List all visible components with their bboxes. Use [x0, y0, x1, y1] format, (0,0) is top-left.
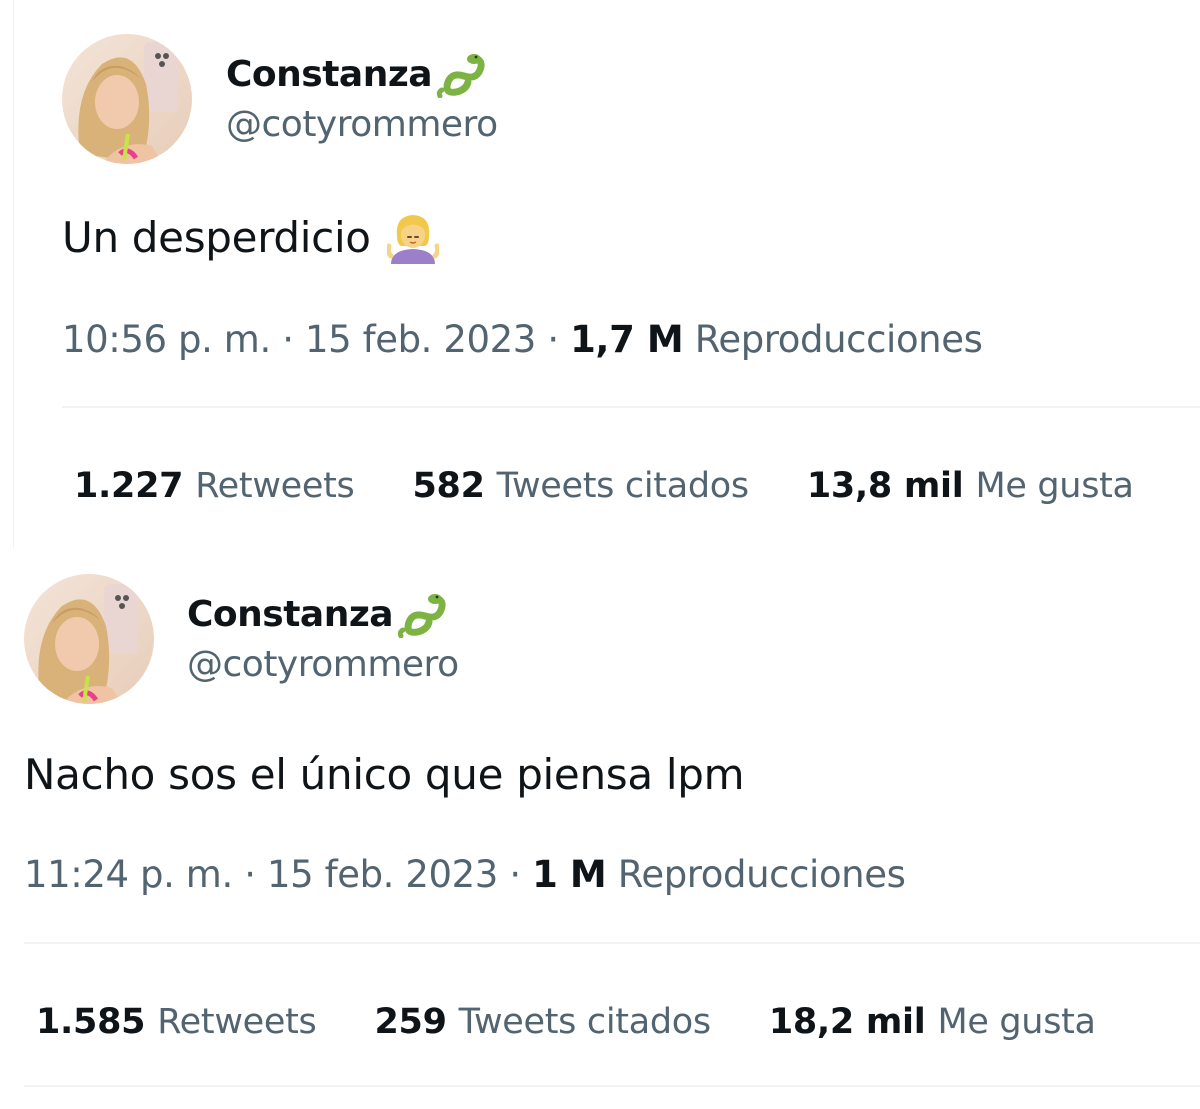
author-name[interactable]: Constanza: [187, 590, 447, 639]
avatar[interactable]: [62, 34, 192, 164]
snake-icon: [395, 590, 447, 639]
tweet-text: Un desperdicio: [62, 210, 440, 264]
tweet-card[interactable]: Constanza @cotyrommero Nacho sos el únic…: [0, 548, 1200, 1109]
views-count: 1 M: [532, 853, 607, 896]
separator: ·: [244, 853, 256, 896]
author-handle[interactable]: @cotyrommero: [187, 644, 459, 685]
separator: ·: [509, 853, 521, 896]
avatar-photo: [24, 574, 154, 704]
tweet-card[interactable]: Constanza @cotyrommero Un desperdicio 10…: [0, 0, 1200, 548]
quotes-count: 582: [412, 466, 485, 506]
divider: [62, 406, 1200, 408]
retweets-label: Retweets: [195, 466, 355, 506]
views-label: Reproducciones: [617, 853, 906, 896]
retweets-stat[interactable]: 1.227 Retweets: [74, 466, 355, 506]
engagement-stats: 1.227 Retweets 582 Tweets citados 13,8 m…: [74, 466, 1134, 506]
views-count: 1,7 M: [570, 318, 684, 361]
tweet-text-content: Un desperdicio: [62, 212, 371, 262]
divider: [24, 942, 1200, 944]
separator: ·: [547, 318, 559, 361]
tweet-meta: 10:56 p. m. · 15 feb. 2023 · 1,7 M Repro…: [62, 318, 983, 361]
quotes-stat[interactable]: 582 Tweets citados: [412, 466, 749, 506]
retweets-count: 1.227: [74, 466, 184, 506]
divider: [24, 1085, 1200, 1087]
display-name[interactable]: Constanza: [226, 54, 433, 95]
author-handle[interactable]: @cotyrommero: [226, 104, 498, 145]
avatar[interactable]: [24, 574, 154, 704]
quotes-count: 259: [374, 1002, 447, 1042]
views-label: Reproducciones: [694, 318, 983, 361]
retweets-label: Retweets: [157, 1002, 317, 1042]
likes-count: 13,8 mil: [806, 466, 964, 506]
likes-label: Me gusta: [937, 1002, 1096, 1042]
likes-stat[interactable]: 13,8 mil Me gusta: [807, 466, 1134, 506]
tweet-time[interactable]: 11:24 p. m.: [24, 853, 233, 896]
card-border: [13, 0, 14, 548]
likes-label: Me gusta: [975, 466, 1134, 506]
snake-icon: [434, 50, 486, 99]
author-name[interactable]: Constanza: [226, 50, 486, 99]
tweet-date[interactable]: 15 feb. 2023: [267, 853, 498, 896]
engagement-stats: 1.585 Retweets 259 Tweets citados 18,2 m…: [36, 1002, 1096, 1042]
quotes-stat[interactable]: 259 Tweets citados: [374, 1002, 711, 1042]
tweet-date[interactable]: 15 feb. 2023: [305, 318, 536, 361]
display-name[interactable]: Constanza: [187, 594, 394, 635]
tweet-time[interactable]: 10:56 p. m.: [62, 318, 271, 361]
quotes-label: Tweets citados: [458, 1002, 711, 1042]
separator: ·: [282, 318, 294, 361]
retweets-stat[interactable]: 1.585 Retweets: [36, 1002, 317, 1042]
likes-stat[interactable]: 18,2 mil Me gusta: [769, 1002, 1096, 1042]
quotes-label: Tweets citados: [496, 466, 749, 506]
likes-count: 18,2 mil: [768, 1002, 926, 1042]
tweet-text: Nacho sos el único que piensa lpm: [24, 750, 745, 799]
avatar-photo: [62, 34, 192, 164]
tweet-meta: 11:24 p. m. · 15 feb. 2023 · 1 M Reprodu…: [24, 853, 906, 896]
retweets-count: 1.585: [36, 1002, 146, 1042]
woman-shrugging-icon: [385, 210, 440, 264]
tweet-text-content: Nacho sos el único que piensa lpm: [24, 750, 745, 799]
